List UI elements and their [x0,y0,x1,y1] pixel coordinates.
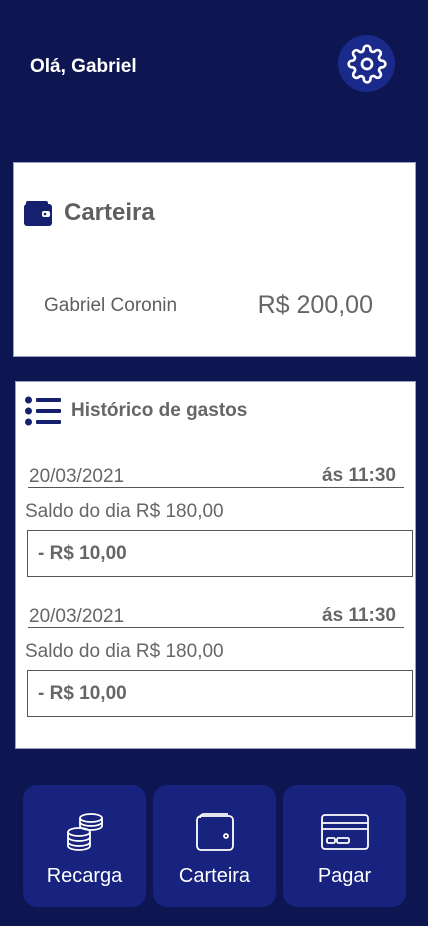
history-header: Histórico de gastos [25,396,247,426]
entry-date: 20/03/2021 [29,466,125,487]
list-icon [25,396,61,426]
entry-day-balance: Saldo do dia R$ 180,00 [25,501,224,522]
recarga-button[interactable]: Recarga [23,785,146,907]
wallet-title: Carteira [64,199,155,226]
entry-day-balance: Saldo do dia R$ 180,00 [25,641,224,662]
carteira-button[interactable]: Carteira [153,785,276,907]
coins-icon [66,813,103,851]
history-title: Histórico de gastos [71,400,248,421]
entry-amount-box: - R$ 10,00 [27,530,413,577]
greeting-text: Olá, Gabriel [30,56,137,77]
entry-date-row: 20/03/2021 ás 11:30 [28,604,404,628]
history-entry: 20/03/2021 ás 11:30 Saldo do dia R$ 180,… [16,604,415,744]
gear-icon [346,43,387,84]
wallet-icon [24,200,52,226]
entry-date: 20/03/2021 [29,606,125,627]
wallet-icon [195,813,234,851]
carteira-label: Carteira [178,865,251,887]
wallet-balance: R$ 200,00 [257,291,373,319]
history-card: Histórico de gastos 20/03/2021 ás 11:30 … [15,381,416,749]
pagar-button[interactable]: Pagar [283,785,406,907]
entry-amount-box: - R$ 10,00 [27,670,413,717]
wallet-card-header: Carteira [24,199,155,227]
recarga-label: Recarga [46,865,123,887]
entry-time: ás 11:30 [322,605,396,626]
credit-card-icon [320,814,369,850]
pagar-label: Pagar [317,865,372,887]
entry-time: ás 11:30 [322,465,396,486]
wallet-owner-name: Gabriel Coronin [44,295,178,316]
wallet-card[interactable]: Carteira Gabriel Coronin R$ 200,00 [13,162,416,357]
entry-date-row: 20/03/2021 ás 11:30 [28,464,404,488]
history-entry: 20/03/2021 ás 11:30 Saldo do dia R$ 180,… [16,464,415,604]
settings-button[interactable] [338,35,395,92]
